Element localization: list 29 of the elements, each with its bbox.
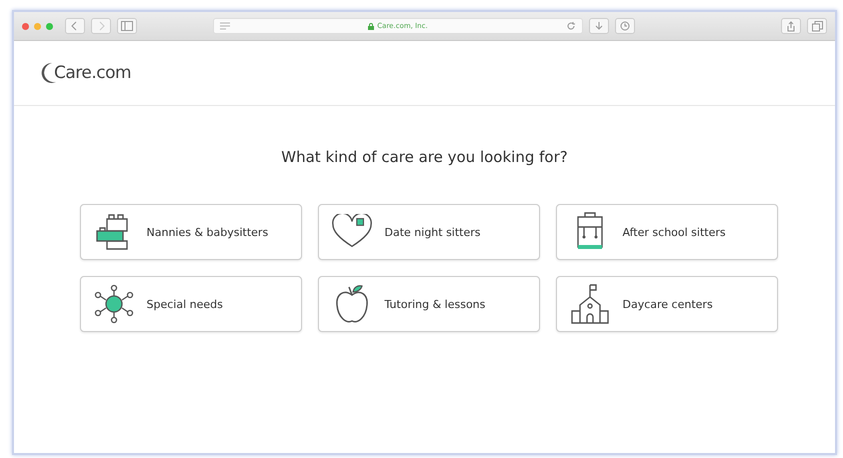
- care-option-card[interactable]: Special needs: [80, 276, 302, 332]
- tabs-button[interactable]: [807, 18, 827, 34]
- forward-button[interactable]: [91, 18, 111, 34]
- share-button[interactable]: [781, 18, 801, 34]
- zoom-icon[interactable]: [46, 22, 53, 30]
- clock-icon: [620, 21, 630, 31]
- lock-icon: [368, 22, 374, 30]
- care-option-card[interactable]: After school sitters: [556, 204, 778, 260]
- reload-icon[interactable]: [566, 21, 576, 31]
- share-icon: [786, 20, 796, 32]
- sidebar-icon: [121, 21, 133, 31]
- minimize-icon[interactable]: [34, 22, 41, 30]
- heart-icon: [330, 214, 372, 250]
- logo-text[interactable]: Care.com: [54, 63, 132, 83]
- sidebar-button[interactable]: [117, 18, 137, 34]
- care-option-card[interactable]: Date night sitters: [318, 204, 540, 260]
- reader-icon: [220, 22, 230, 30]
- info-button[interactable]: [615, 18, 635, 34]
- close-icon[interactable]: [22, 22, 29, 30]
- download-button[interactable]: [589, 18, 609, 34]
- care-option-card[interactable]: Daycare centers: [556, 276, 778, 332]
- network-icon: [92, 284, 134, 324]
- care-option-card[interactable]: Nannies & babysitters: [80, 204, 302, 260]
- back-button[interactable]: [65, 18, 85, 34]
- care-option-card[interactable]: Tutoring & lessons: [318, 276, 540, 332]
- heading: What kind of care are you looking for?: [281, 148, 568, 166]
- tabs-icon: [812, 20, 822, 32]
- school-icon: [568, 283, 610, 325]
- download-icon: [594, 21, 604, 31]
